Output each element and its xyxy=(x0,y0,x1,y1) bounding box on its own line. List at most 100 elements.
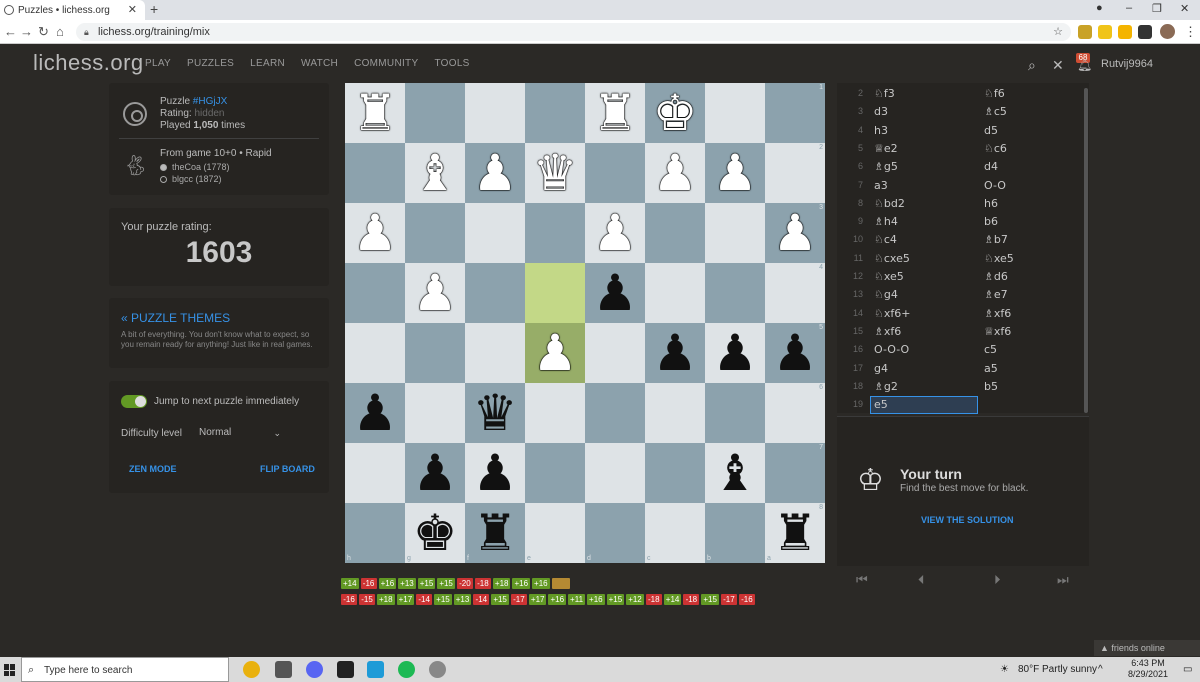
weather-text[interactable]: 80°F Partly sunny xyxy=(1018,664,1097,675)
white-move[interactable]: g4 xyxy=(874,362,888,375)
black-pawn-icon[interactable]: ♟ xyxy=(353,388,398,438)
white-move[interactable]: d3 xyxy=(874,105,888,118)
puzzle-result-chip[interactable]: +15 xyxy=(606,594,625,605)
white-player-name[interactable]: theCoa (1778) xyxy=(172,162,230,172)
board-square[interactable]: ♟ xyxy=(645,143,705,203)
nav-tools[interactable]: TOOLS xyxy=(434,58,469,69)
board-square[interactable] xyxy=(405,83,465,143)
white-move[interactable]: h3 xyxy=(874,124,888,137)
white-move[interactable]: a3 xyxy=(874,179,888,192)
white-pawn-icon[interactable]: ♟ xyxy=(473,148,518,198)
board-square[interactable]: 1 xyxy=(765,83,825,143)
black-move[interactable]: ♗b7 xyxy=(984,233,1008,246)
board-square[interactable]: ♟ xyxy=(525,323,585,383)
board-square[interactable]: ♟ xyxy=(585,203,645,263)
windows-start-icon[interactable] xyxy=(4,664,16,676)
current-puzzle-chip[interactable] xyxy=(551,578,570,589)
puzzle-result-chip[interactable]: +16 xyxy=(587,594,605,605)
puzzle-result-chip[interactable]: -14 xyxy=(473,594,490,605)
white-pawn-icon[interactable]: ♟ xyxy=(713,148,758,198)
board-square[interactable] xyxy=(345,143,405,203)
board-square[interactable]: 8 a ♜ xyxy=(765,503,825,563)
board-square[interactable] xyxy=(465,203,525,263)
close-window-icon[interactable]: ✕ xyxy=(1180,2,1189,15)
reload-icon[interactable]: ↻ xyxy=(38,24,49,40)
board-square[interactable] xyxy=(705,383,765,443)
epic-games-icon[interactable] xyxy=(337,661,354,678)
board-square[interactable] xyxy=(345,323,405,383)
board-square[interactable]: h xyxy=(345,503,405,563)
extension-icon[interactable] xyxy=(1098,25,1112,39)
white-move[interactable]: ♘bd2 xyxy=(874,197,905,210)
board-square[interactable]: e xyxy=(525,503,585,563)
board-square[interactable]: ♝ xyxy=(705,443,765,503)
board-square[interactable]: 6 xyxy=(765,383,825,443)
game-source-link[interactable]: From game 10+0 • Rapid xyxy=(160,148,272,159)
board-square[interactable]: 5 ♟ xyxy=(765,323,825,383)
black-move[interactable]: d5 xyxy=(984,124,998,137)
board-square[interactable]: ♟ xyxy=(345,203,405,263)
extension-icon[interactable] xyxy=(1118,25,1132,39)
black-queen-icon[interactable]: ♛ xyxy=(473,388,518,438)
bookmark-star-icon[interactable]: ☆ xyxy=(1053,23,1063,41)
search-icon[interactable]: ⌕ xyxy=(1028,57,1036,74)
board-square[interactable]: ♟ xyxy=(465,143,525,203)
white-king-icon[interactable]: ♚ xyxy=(653,88,698,138)
puzzle-result-chip[interactable]: +16 xyxy=(378,578,397,589)
board-square[interactable]: 7 xyxy=(765,443,825,503)
white-move[interactable]: ♘xf6+ xyxy=(874,307,910,320)
puzzle-result-chip[interactable]: +14 xyxy=(341,578,359,589)
puzzle-result-chip[interactable]: +14 xyxy=(663,594,682,605)
board-square[interactable] xyxy=(465,83,525,143)
board-square[interactable] xyxy=(585,443,645,503)
close-tab-icon[interactable]: ✕ xyxy=(128,3,137,16)
black-move[interactable]: ♕xf6 xyxy=(984,325,1011,338)
black-move[interactable]: ♘c6 xyxy=(984,142,1007,155)
board-square[interactable]: f ♜ xyxy=(465,503,525,563)
board-square[interactable] xyxy=(585,143,645,203)
chrome-avatar[interactable] xyxy=(1160,24,1175,39)
l-app-icon[interactable] xyxy=(367,661,384,678)
black-move[interactable]: ♘f6 xyxy=(984,87,1005,100)
black-pawn-icon[interactable]: ♟ xyxy=(653,328,698,378)
chess-board[interactable]: ♜ ♜ ♚ 1 ♝ ♟ ♛ ♟ ♟ 2 ♟ ♟ 3 ♟ ♟ ♟ 4 ♟ ♟ ♟ 5 ♟ ♟ ♛ 6 ♟ ♟ ♝ 7 h g ♚ f ♜ e d c b 8 a… xyxy=(345,83,825,563)
site-logo[interactable]: lichess.org xyxy=(33,50,144,76)
black-move[interactable]: ♗d6 xyxy=(984,270,1008,283)
black-rook-icon[interactable]: ♜ xyxy=(473,508,518,558)
minimize-icon[interactable]: – xyxy=(1126,2,1132,14)
black-move[interactable]: b5 xyxy=(984,380,998,393)
puzzle-result-chip[interactable]: -17 xyxy=(510,594,527,605)
white-pawn-icon[interactable]: ♟ xyxy=(773,208,818,258)
move-list-scrollbar[interactable] xyxy=(1084,88,1088,413)
black-move[interactable]: c5 xyxy=(984,343,997,356)
board-square[interactable]: ♛ xyxy=(525,143,585,203)
black-king-icon[interactable]: ♚ xyxy=(413,508,458,558)
black-move[interactable]: h6 xyxy=(984,197,998,210)
board-square[interactable]: ♝ xyxy=(405,143,465,203)
white-move[interactable]: O-O-O xyxy=(874,343,909,356)
board-square[interactable]: g ♚ xyxy=(405,503,465,563)
back-icon[interactable]: ← xyxy=(4,24,17,39)
puzzle-result-chip[interactable]: -16 xyxy=(360,578,377,589)
puzzle-result-chip[interactable]: -20 xyxy=(456,578,473,589)
jump-next-toggle[interactable] xyxy=(121,395,147,408)
nav-learn[interactable]: LEARN xyxy=(250,58,285,69)
black-move[interactable]: ♘xe5 xyxy=(984,252,1014,265)
xbox-controller-icon[interactable] xyxy=(275,661,292,678)
white-move[interactable]: ♘g4 xyxy=(874,288,898,301)
view-solution-button[interactable]: VIEW THE SOLUTION xyxy=(921,515,1014,525)
board-square[interactable] xyxy=(405,203,465,263)
board-square[interactable]: ♚ xyxy=(645,83,705,143)
puzzle-result-chip[interactable]: +16 xyxy=(548,594,567,605)
puzzle-id-link[interactable]: #HGjJX xyxy=(193,96,227,107)
board-square[interactable]: ♟ xyxy=(345,383,405,443)
white-move[interactable]: ♗h4 xyxy=(874,215,898,228)
board-square[interactable]: c xyxy=(645,503,705,563)
board-square[interactable] xyxy=(645,203,705,263)
white-pawn-icon[interactable]: ♟ xyxy=(353,208,398,258)
board-square[interactable]: b xyxy=(705,503,765,563)
zen-mode-button[interactable]: ZEN MODE xyxy=(129,464,177,474)
puzzle-result-chip[interactable]: +18 xyxy=(492,578,511,589)
nav-community[interactable]: COMMUNITY xyxy=(354,58,418,69)
puzzle-result-chip[interactable]: +13 xyxy=(398,578,416,589)
